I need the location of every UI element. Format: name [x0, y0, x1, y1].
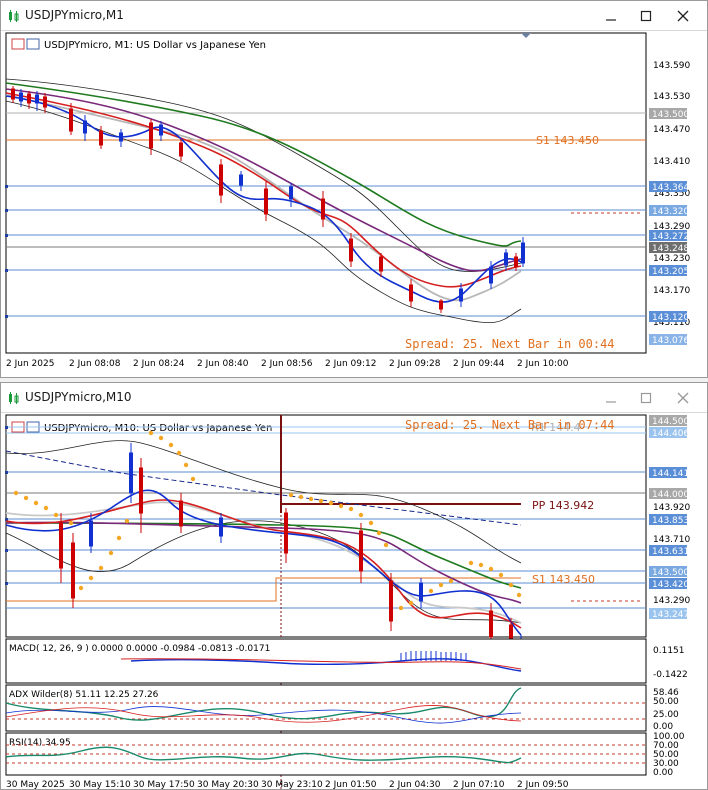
- plot-area: [5, 32, 647, 354]
- maximize-icon: [640, 392, 652, 404]
- chart-properties-icon[interactable]: [11, 38, 25, 50]
- svg-text:0.00: 0.00: [653, 768, 673, 778]
- svg-text:25.00: 25.00: [653, 710, 679, 720]
- svg-text:144.000: 144.000: [652, 490, 689, 500]
- spread-countdown: Spread: 25. Next Bar in 07:44: [405, 418, 615, 432]
- svg-text:143.205: 143.205: [652, 267, 689, 277]
- svg-text:0.1151: 0.1151: [653, 646, 685, 656]
- window-title: USDJPYmicro,M1: [25, 8, 124, 22]
- svg-text:50.00: 50.00: [653, 697, 679, 707]
- svg-text:143.530: 143.530: [653, 92, 690, 102]
- svg-text:143.364: 143.364: [652, 183, 689, 193]
- svg-text:2 Jun 07:10: 2 Jun 07:10: [453, 780, 505, 789]
- svg-text:2 Jun 09:28: 2 Jun 09:28: [389, 359, 441, 369]
- chart-header-text: USDJPYmicro, M1: US Dollar vs Japanese Y…: [44, 40, 266, 51]
- window-titlebar[interactable]: USDJPYmicro,M1: [1, 1, 707, 31]
- svg-text:143.710: 143.710: [653, 535, 690, 545]
- svg-text:143.272: 143.272: [652, 232, 689, 242]
- chart-header: USDJPYmicro, M1: US Dollar vs Japanese Y…: [11, 38, 266, 51]
- svg-text:0.00: 0.00: [653, 722, 673, 732]
- svg-text:144.141: 144.141: [652, 469, 689, 479]
- chart-header: USDJPYmicro, M10: US Dollar vs Japanese …: [11, 421, 272, 434]
- svg-text:143.290: 143.290: [653, 596, 690, 606]
- pp-label: PP 143.942: [532, 499, 594, 512]
- maximize-button[interactable]: [628, 387, 664, 409]
- svg-text:143.248: 143.248: [652, 244, 689, 254]
- svg-text:143.247: 143.247: [652, 610, 689, 620]
- svg-text:2 Jun 2025: 2 Jun 2025: [6, 359, 54, 369]
- svg-text:2 Jun 09:50: 2 Jun 09:50: [517, 780, 569, 789]
- svg-text:143.500: 143.500: [652, 568, 689, 578]
- svg-text:2 Jun 01:50: 2 Jun 01:50: [325, 780, 377, 789]
- chart-window-m10[interactable]: USDJPYmicro,M10 USDJPYmicro, M10: US Dol…: [0, 382, 708, 790]
- rsi-label: RSI(14) 34.95: [9, 738, 71, 748]
- price-chart-m1[interactable]: USDJPYmicro, M1: US Dollar vs Japanese Y…: [1, 31, 707, 377]
- close-icon: [677, 392, 689, 404]
- price-axis: 143.590 143.530 143.470 143.410 143.350 …: [653, 61, 690, 328]
- svg-text:30 May 17:50: 30 May 17:50: [133, 780, 195, 789]
- svg-text:2 Jun 10:00: 2 Jun 10:00: [517, 359, 569, 369]
- svg-text:2 Jun 08:24: 2 Jun 08:24: [133, 359, 185, 369]
- svg-text:30 May 15:10: 30 May 15:10: [69, 780, 131, 789]
- time-axis: 30 May 2025 30 May 15:10 30 May 17:50 30…: [6, 780, 569, 789]
- close-icon: [677, 10, 689, 22]
- svg-text:143.120: 143.120: [652, 313, 689, 323]
- svg-text:143.076: 143.076: [652, 336, 689, 346]
- close-button[interactable]: [665, 387, 701, 409]
- svg-text:2 Jun 04:30: 2 Jun 04:30: [389, 780, 441, 789]
- spread-countdown: Spread: 25. Next Bar in 00:44: [405, 337, 615, 351]
- adx-label: ADX Wilder(8) 51.11 12.25 27.26: [9, 690, 159, 700]
- maximize-button[interactable]: [628, 5, 664, 27]
- chart-window-icon: [9, 392, 19, 404]
- svg-text:2 Jun 08:40: 2 Jun 08:40: [197, 359, 249, 369]
- svg-text:143.170: 143.170: [653, 286, 690, 296]
- svg-text:143.500: 143.500: [652, 110, 689, 120]
- minimize-icon: [606, 19, 616, 21]
- svg-text:30 May 2025: 30 May 2025: [6, 780, 65, 789]
- svg-text:-0.1422: -0.1422: [653, 670, 688, 680]
- svg-text:144.406: 144.406: [652, 429, 689, 439]
- svg-text:143.631: 143.631: [652, 547, 689, 557]
- minimize-button[interactable]: [593, 387, 629, 409]
- svg-text:143.590: 143.590: [653, 61, 690, 71]
- svg-text:30 May 23:10: 30 May 23:10: [261, 780, 323, 789]
- svg-text:143.320: 143.320: [652, 207, 689, 217]
- svg-text:2 Jun 08:56: 2 Jun 08:56: [261, 359, 313, 369]
- svg-text:143.470: 143.470: [653, 125, 690, 135]
- svg-text:2 Jun 08:08: 2 Jun 08:08: [69, 359, 121, 369]
- time-axis: 2 Jun 2025 2 Jun 08:08 2 Jun 08:24 2 Jun…: [6, 359, 569, 369]
- close-button[interactable]: [665, 5, 701, 27]
- svg-text:143.853: 143.853: [652, 516, 689, 526]
- svg-text:143.230: 143.230: [653, 254, 690, 264]
- minimize-button[interactable]: [593, 5, 629, 27]
- price-chart-m10[interactable]: USDJPYmicro, M10: US Dollar vs Japanese …: [1, 413, 707, 789]
- svg-text:143.420: 143.420: [652, 580, 689, 590]
- chart-shift-icon[interactable]: [26, 38, 40, 50]
- svg-text:2 Jun 09:12: 2 Jun 09:12: [325, 359, 376, 369]
- window-title: USDJPYmicro,M10: [25, 390, 132, 404]
- price-level-tags: 144.500 144.406 144.141 144.000 143.920 …: [649, 415, 690, 620]
- maximize-icon: [640, 10, 652, 22]
- svg-text:143.410: 143.410: [653, 157, 690, 167]
- svg-text:USDJPYmicro, M10: US Dollar v: USDJPYmicro, M10: US Dollar vs Japanese …: [44, 423, 272, 434]
- chart-window-m1[interactable]: USDJPYmicro,M1 USDJPYmicro, M1: US Dolla…: [0, 0, 708, 378]
- svg-text:143.920: 143.920: [653, 503, 690, 513]
- s1-label: S1 143.450: [536, 134, 599, 147]
- svg-text:30 May 20:30: 30 May 20:30: [197, 780, 259, 789]
- s1-label: S1 143.450: [532, 573, 595, 586]
- macd-label: MACD( 12, 26, 9 ) 0.0000 0.0000 -0.0984 …: [9, 644, 270, 654]
- window-titlebar[interactable]: USDJPYmicro,M10: [1, 383, 707, 413]
- svg-text:2 Jun 09:44: 2 Jun 09:44: [453, 359, 505, 369]
- minimize-icon: [606, 401, 616, 403]
- svg-text:144.500: 144.500: [652, 417, 689, 427]
- chart-window-icon: [9, 10, 19, 22]
